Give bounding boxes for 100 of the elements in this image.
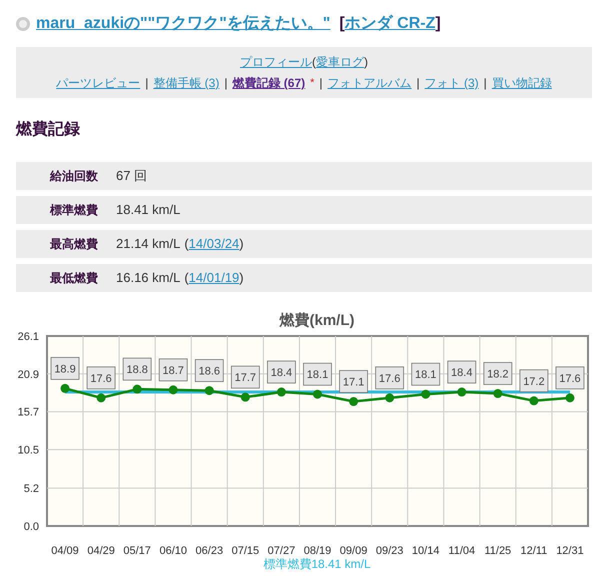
parenthesis: ) (239, 235, 244, 254)
x-tick-label: 06/23 (196, 545, 224, 557)
parenthesis: ( (184, 269, 189, 288)
x-tick-label: 12/11 (520, 545, 548, 557)
data-label: 18.7 (158, 358, 188, 382)
x-tick-label: 09/23 (376, 545, 404, 557)
x-tick-label: 05/17 (123, 545, 151, 557)
data-label: 18.4 (447, 360, 476, 384)
data-point (204, 386, 214, 396)
nav-link[interactable]: フォト (3) (424, 74, 479, 92)
parenthesis: ( (184, 235, 189, 254)
chart-title: 燃費(km/L) (280, 312, 354, 329)
data-point (168, 385, 178, 394)
stat-value: 18.41 km/L (116, 201, 180, 220)
y-tick-label: 0.0 (24, 521, 39, 533)
data-label: 18.6 (198, 366, 220, 378)
parenthesis: ( (312, 54, 316, 71)
data-label: 18.4 (270, 367, 292, 380)
stat-label: 最高燃費 (49, 236, 98, 253)
date-link[interactable]: 14/01/19 (188, 268, 240, 288)
separator: | (484, 75, 487, 92)
data-label: 17.6 (378, 372, 400, 385)
data-label: 18.1 (411, 362, 440, 386)
y-tick-label: 10.5 (18, 444, 39, 457)
stat-label: 給油回数 (48, 168, 98, 185)
x-tick-label: 06/10 (159, 545, 187, 557)
data-point (60, 384, 70, 393)
data-label: 17.7 (230, 366, 260, 389)
data-point (385, 393, 394, 402)
data-label: 18.2 (483, 362, 512, 385)
data-label: 17.1 (339, 370, 368, 393)
data-label: 18.7 (162, 364, 184, 377)
nav-link[interactable]: 買い物記録 (492, 74, 552, 92)
parenthesis: ) (239, 269, 244, 288)
stat-value: 67 回 (116, 167, 148, 186)
data-point (529, 396, 538, 406)
nav-link[interactable]: フォトアルバム (328, 74, 412, 92)
data-label: 17.2 (523, 376, 545, 388)
nav-link[interactable]: プロフィール (240, 53, 312, 71)
data-label: 17.6 (559, 372, 581, 385)
data-label: 18.9 (54, 363, 76, 376)
data-label: 18.4 (267, 360, 296, 384)
car-link[interactable]: ホンダ CR-Z (344, 15, 436, 32)
y-tick-label: 5.2 (24, 483, 39, 496)
data-label: 18.1 (306, 369, 328, 382)
data-label: 18.2 (487, 368, 509, 381)
stat-label: 最低燃費 (49, 270, 98, 287)
data-point (132, 384, 142, 394)
x-tick-label: 10/14 (412, 545, 440, 557)
nav-link[interactable]: 整備手帳 (3) (153, 74, 220, 92)
data-label: 17.7 (234, 372, 256, 384)
separator: | (319, 75, 323, 92)
data-label: 17.6 (375, 366, 404, 390)
x-tick-label: 08/19 (304, 545, 332, 557)
separator: | (224, 75, 228, 92)
bullet-icon (16, 17, 30, 31)
data-point (565, 393, 574, 402)
legend-label: 標準燃費18.41 km/L (263, 557, 371, 571)
data-label: 18.6 (194, 359, 224, 382)
current-marker: * (310, 76, 314, 91)
data-label: 18.8 (126, 364, 148, 376)
x-tick-label: 09/09 (340, 545, 368, 557)
data-label: 17.1 (342, 376, 364, 389)
data-label: 18.4 (451, 367, 472, 380)
data-point (421, 390, 430, 399)
data-point (493, 389, 502, 398)
x-tick-label: 07/27 (268, 545, 296, 557)
separator: | (416, 75, 420, 92)
nav-link[interactable]: 燃費記録 (67) (232, 74, 306, 92)
data-label: 17.6 (556, 366, 584, 390)
parenthesis: ) (364, 54, 368, 71)
separator: | (145, 75, 148, 92)
data-label: 18.1 (303, 362, 332, 386)
stat-value: 16.16 km/L (116, 269, 180, 288)
section-heading: 燃費記録 (16, 120, 81, 140)
data-label: 17.2 (520, 369, 548, 392)
y-tick-label: 26.1 (18, 331, 39, 343)
data-point (240, 392, 250, 402)
data-point (349, 397, 358, 406)
nav-link[interactable]: 愛車ログ (316, 53, 364, 71)
x-tick-label: 04/09 (51, 545, 79, 557)
x-tick-label: 07/15 (232, 545, 260, 557)
bracket: ] (435, 15, 441, 32)
data-point (313, 390, 322, 399)
data-point (457, 388, 466, 397)
data-point (276, 388, 286, 397)
data-label: 18.8 (122, 358, 152, 381)
date-link[interactable]: 14/03/24 (188, 234, 240, 254)
x-tick-label: 12/31 (556, 545, 584, 557)
blog-title-link[interactable]: maru_azukiの""ワクワク"を伝えたい。" (36, 12, 330, 36)
data-label: 17.6 (86, 366, 116, 390)
y-tick-label: 15.7 (18, 406, 39, 419)
y-tick-label: 20.9 (18, 368, 39, 381)
bracket: [ (339, 15, 345, 32)
x-tick-label: 11/04 (448, 545, 476, 557)
x-tick-label: 11/25 (484, 545, 512, 557)
data-label: 17.6 (90, 372, 112, 385)
nav-link[interactable]: パーツレビュー (56, 74, 140, 92)
stat-label: 標準燃費 (48, 202, 98, 219)
data-label: 18.9 (50, 357, 80, 380)
